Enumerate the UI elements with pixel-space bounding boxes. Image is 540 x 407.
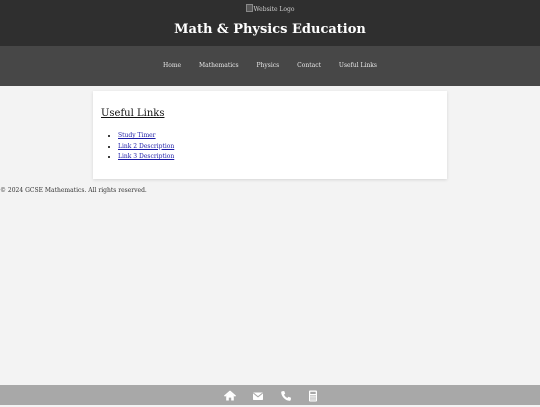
link-3[interactable]: Link 3 Description: [118, 153, 174, 160]
calculator-icon[interactable]: [306, 388, 320, 402]
envelope-icon[interactable]: [251, 388, 265, 402]
nav-item-contact[interactable]: Contact: [297, 62, 321, 69]
website-logo[interactable]: Website Logo: [0, 4, 540, 13]
links-list: Study Timer Link 2 Description Link 3 De…: [107, 131, 174, 163]
useful-links-card: Useful Links Study Timer Link 2 Descript…: [93, 91, 447, 179]
broken-image-icon: [245, 4, 253, 12]
list-item: Link 2 Description: [118, 142, 174, 153]
phone-icon[interactable]: [279, 388, 293, 402]
link-2[interactable]: Link 2 Description: [118, 143, 174, 150]
page-heading: Useful Links: [101, 108, 165, 119]
main-navigation: Home Mathematics Physics Contact Useful …: [0, 46, 540, 86]
nav-links: Home Mathematics Physics Contact Useful …: [0, 62, 540, 69]
site-header: Website Logo Math & Physics Education: [0, 0, 540, 46]
logo-alt-text: Website Logo: [253, 6, 295, 13]
bottom-toolbar: [0, 385, 540, 405]
nav-item-physics[interactable]: Physics: [257, 62, 280, 69]
nav-item-mathematics[interactable]: Mathematics: [199, 62, 239, 69]
home-icon[interactable]: [223, 388, 237, 402]
site-title: Math & Physics Education: [174, 22, 366, 37]
list-item: Link 3 Description: [118, 152, 174, 163]
link-study-timer[interactable]: Study Timer: [118, 132, 156, 139]
copyright-text: © 2024 GCSE Mathematics. All rights rese…: [0, 187, 147, 194]
list-item: Study Timer: [118, 131, 174, 142]
nav-item-useful-links[interactable]: Useful Links: [339, 62, 377, 69]
nav-item-home[interactable]: Home: [163, 62, 181, 69]
